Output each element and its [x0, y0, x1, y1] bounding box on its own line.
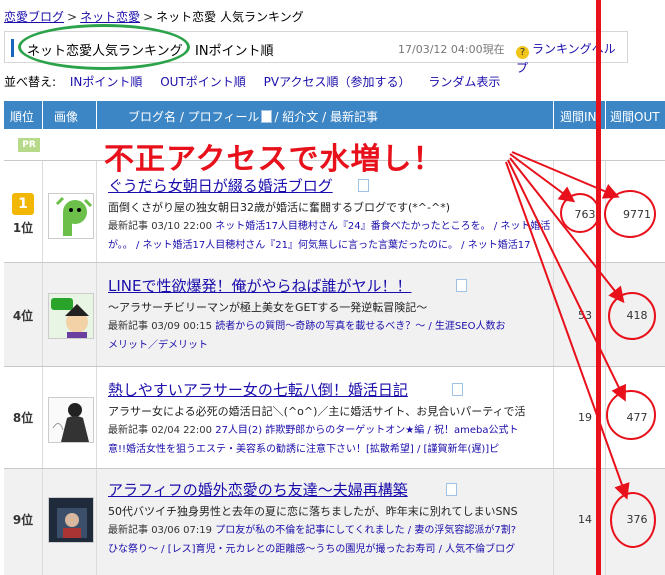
red-arrows	[505, 151, 630, 500]
